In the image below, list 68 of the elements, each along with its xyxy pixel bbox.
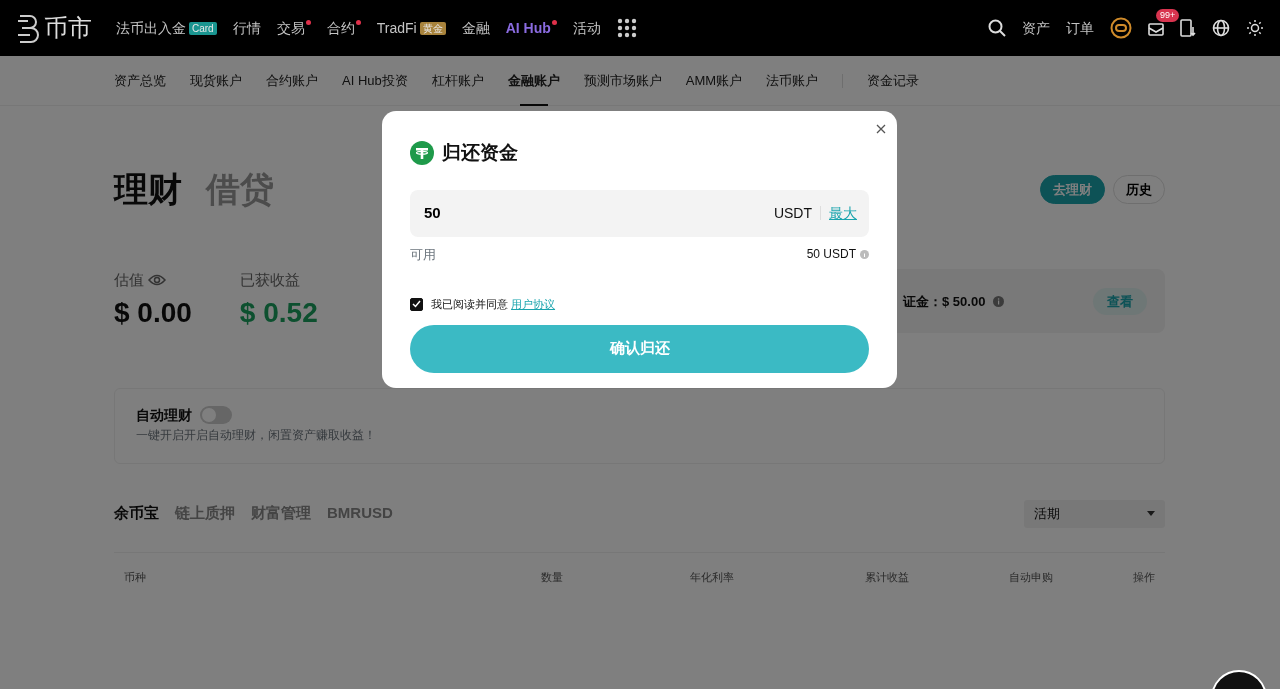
account-tab[interactable]: 法币账户 (766, 55, 819, 106)
nav-link[interactable]: AI Hub (505, 17, 551, 39)
nav-link[interactable]: 交易 (276, 17, 305, 39)
logo-text: 币市 (44, 13, 92, 43)
account-tab[interactable]: 现货账户 (190, 55, 242, 106)
available-label: 可用 (410, 245, 436, 264)
nav-tag: Card (189, 21, 217, 35)
auto-invest-title: 自动理财 (136, 405, 192, 425)
account-tab[interactable]: 资产总览 (114, 55, 166, 106)
product-tab[interactable]: 财富管理 (251, 502, 311, 525)
available-amount: 50 USDT (806, 246, 856, 264)
nav-link[interactable]: TradFi (376, 17, 417, 39)
globe-icon[interactable] (1212, 19, 1230, 37)
nav-link[interactable]: 资产 (1022, 17, 1050, 39)
info-icon (860, 249, 869, 259)
column-header: 币种 (124, 570, 146, 583)
currency-label: USDT (773, 203, 812, 223)
stat-value: $ 0.52 (239, 295, 318, 330)
nav-tag: 黄金 (419, 21, 446, 35)
dialog-title: 归还资金 (442, 141, 518, 165)
toggle-switch[interactable] (200, 406, 232, 424)
column-header: 操作 (1132, 570, 1155, 583)
max-link[interactable]: 最大 (829, 202, 857, 224)
history-button[interactable]: 历史 (1113, 174, 1165, 205)
stat-label: 已获收益 (239, 270, 300, 290)
margin-text: 证金：$ 50.00 (903, 292, 986, 311)
stat-label: 估值 (114, 270, 144, 290)
account-tab[interactable]: 杠杆账户 (431, 55, 484, 106)
account-tab[interactable]: 金融账户 (507, 55, 560, 106)
theme-sun-icon[interactable] (1246, 19, 1264, 37)
account-tab[interactable]: 预测市场账户 (583, 55, 662, 106)
search-icon[interactable] (988, 19, 1006, 37)
nav-link[interactable]: 金融 (461, 17, 490, 39)
account-tab[interactable]: AI Hub投资 (342, 55, 408, 106)
page-tab[interactable]: 理财 (114, 164, 182, 215)
notification-badge: 99+ (1156, 9, 1180, 23)
amount-input[interactable]: 50 (422, 200, 622, 226)
info-icon (993, 295, 1005, 307)
mail-icon[interactable] (1148, 20, 1164, 37)
nav-link[interactable]: 合约 (326, 17, 355, 39)
account-tab[interactable]: 资金记录 (867, 55, 920, 106)
account-tab[interactable]: 合约账户 (266, 55, 318, 106)
column-header: 自动申购 (1009, 570, 1054, 583)
tether-coin-icon (410, 141, 434, 166)
account-tab[interactable]: AMM账户 (685, 55, 743, 106)
agreement-text: 我已阅读并同意 用户协议 (431, 297, 556, 312)
column-header: 数量 (540, 570, 563, 583)
product-tab[interactable]: BMRUSD (327, 502, 393, 525)
close-icon[interactable] (876, 124, 886, 134)
eye-icon[interactable] (148, 274, 166, 287)
column-header: 累计收益 (864, 570, 909, 583)
apps-grid-icon[interactable] (616, 18, 637, 38)
agreement-link[interactable]: 用户协议 (511, 298, 556, 310)
caret-icon (1147, 511, 1155, 516)
nav-link[interactable]: 行情 (232, 17, 261, 39)
nav-link[interactable]: 法币出入金 (116, 17, 186, 39)
auto-invest-description: 一键开启开启自动理财，闲置资产赚取收益！ (136, 426, 377, 444)
nav-link[interactable]: 订单 (1066, 17, 1094, 39)
logo-icon (16, 13, 40, 43)
column-header: 年化利率 (689, 570, 734, 583)
product-tab[interactable]: 余币宝 (114, 502, 159, 525)
agree-checkbox[interactable] (410, 297, 423, 311)
product-tab[interactable]: 链上质押 (175, 502, 235, 525)
stat-value: $ 0.00 (114, 295, 192, 330)
avatar-icon[interactable] (1110, 17, 1132, 39)
download-icon[interactable] (1180, 19, 1196, 37)
nav-link[interactable]: 活动 (572, 17, 601, 39)
term-select[interactable]: 活期 (1024, 499, 1165, 528)
